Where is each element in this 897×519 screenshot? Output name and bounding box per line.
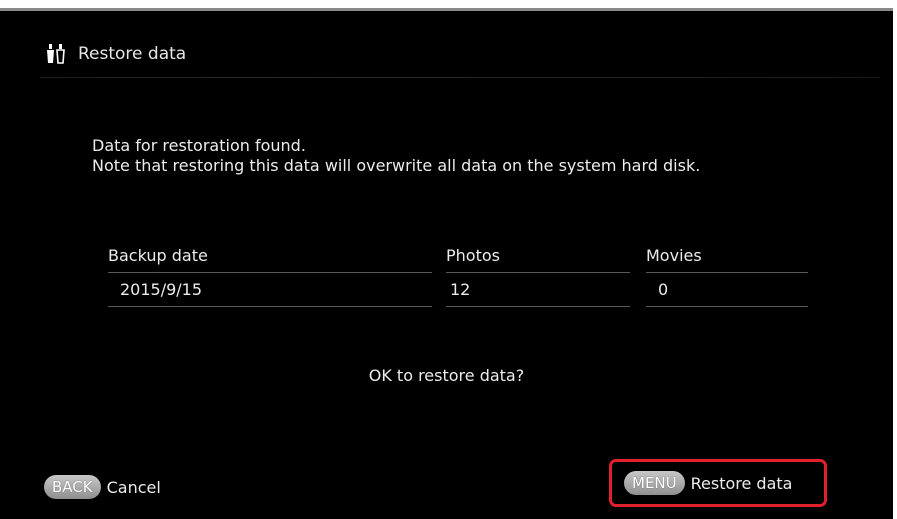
cancel-label: Cancel: [106, 477, 161, 497]
table-divider: [446, 306, 630, 307]
column-header-backup-date: Backup date: [108, 246, 208, 265]
backup-date-value: 2015/9/15: [120, 280, 203, 299]
restore-data-label: Restore data: [690, 473, 793, 493]
restoration-message: Data for restoration found. Note that re…: [92, 136, 700, 176]
message-line-2: Note that restoring this data will overw…: [92, 156, 701, 175]
column-header-photos: Photos: [446, 246, 500, 265]
restore-data-button[interactable]: MENU Restore data: [609, 459, 827, 507]
column-header-movies: Movies: [646, 246, 702, 265]
back-key-badge: BACK: [44, 475, 101, 499]
table-divider: [646, 306, 808, 307]
table-row: 2015/9/15 12 0: [108, 273, 808, 307]
header-divider: [40, 77, 880, 78]
movies-count-value: 0: [658, 280, 669, 299]
photos-count-value: 12: [450, 280, 471, 299]
backup-table: Backup date Photos Movies 2015/9/15 12 0: [108, 239, 808, 307]
restore-data-screen: Restore data Data for restoration found.…: [0, 8, 893, 519]
table-divider: [108, 306, 432, 307]
menu-key-badge: MENU: [624, 471, 685, 495]
header: Restore data: [46, 43, 186, 65]
page-title: Restore data: [78, 44, 187, 64]
cancel-button[interactable]: BACK Cancel: [44, 475, 161, 499]
message-line-1: Data for restoration found.: [92, 136, 306, 155]
restore-data-icon: [47, 44, 65, 64]
table-header-row: Backup date Photos Movies: [108, 239, 808, 273]
confirm-prompt: OK to restore data?: [368, 366, 525, 385]
